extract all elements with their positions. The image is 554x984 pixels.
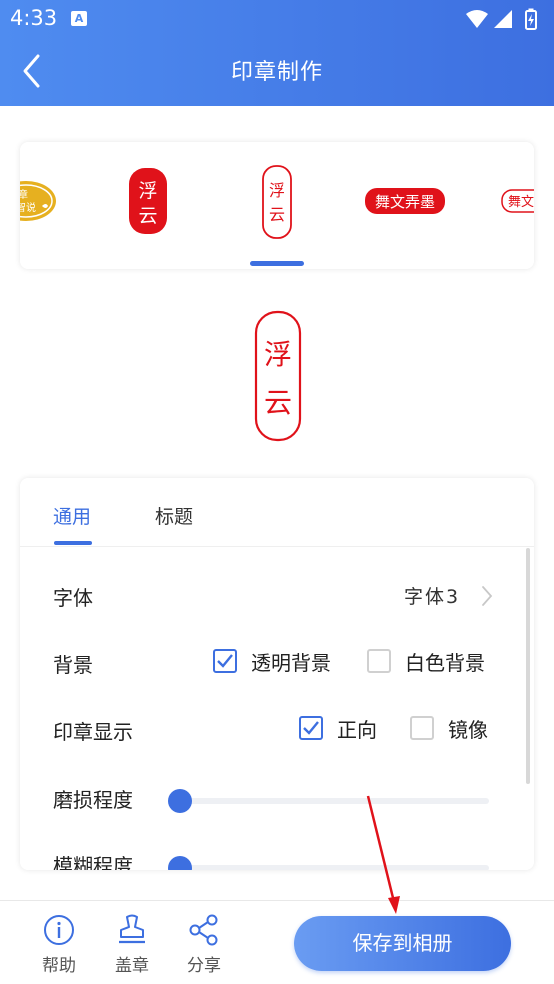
normal-option[interactable]: 正向: [299, 714, 389, 744]
save-to-album-button[interactable]: 保存到相册: [294, 916, 511, 971]
check-icon: [303, 721, 319, 735]
svg-text:舞文弄墨: 舞文弄墨: [375, 193, 435, 211]
seal-thumb-oval-gold[interactable]: 章 智说: [20, 178, 60, 224]
wear-slider[interactable]: [168, 789, 489, 813]
seal-preview: 浮 云: [254, 310, 302, 442]
tab-divider: [20, 546, 534, 547]
wear-slider-thumb[interactable]: [168, 789, 192, 813]
status-time: 4:33: [10, 6, 58, 30]
blur-slider[interactable]: [168, 856, 489, 870]
tab-title[interactable]: 标题: [155, 502, 193, 529]
stamp-button[interactable]: 盖章: [104, 913, 160, 976]
normal-checkbox[interactable]: [299, 716, 323, 740]
help-label: 帮助: [42, 956, 76, 976]
background-label: 背景: [53, 653, 93, 677]
page-title: 印章制作: [230, 60, 323, 85]
bottom-bar: 帮助 盖章 分享 保存到相册: [0, 900, 554, 984]
stamp-icon: [119, 914, 145, 944]
preview-char-1: 浮: [264, 338, 292, 371]
check-icon: [217, 654, 233, 668]
share-label: 分享: [187, 956, 221, 976]
seal-thumb-red-outline-selected[interactable]: 浮 云: [261, 164, 293, 240]
svg-text:舞文: 舞文: [508, 195, 534, 210]
mirror-checkbox[interactable]: [410, 716, 434, 740]
white-bg-option[interactable]: 白色背景: [367, 647, 497, 677]
tab-general[interactable]: 通用: [53, 502, 91, 529]
white-bg-label: 白色背景: [405, 651, 485, 675]
tab-active-indicator: [54, 541, 92, 545]
seal-thumb-red-solid[interactable]: 浮 云: [127, 166, 169, 236]
blur-slider-thumb[interactable]: [168, 856, 192, 870]
status-icons: [466, 8, 537, 30]
blur-label: 模糊程度: [53, 854, 133, 870]
info-icon: [44, 915, 74, 945]
seal-thumb-outline-wide[interactable]: 舞文: [500, 188, 534, 214]
help-button[interactable]: 帮助: [31, 913, 87, 976]
svg-text:章: 章: [20, 188, 28, 201]
preview-char-2: 云: [264, 386, 292, 419]
transparent-bg-checkbox[interactable]: [213, 649, 237, 673]
font-value[interactable]: 字体3: [404, 582, 460, 609]
wear-label: 磨损程度: [53, 788, 133, 812]
svg-text:浮: 浮: [138, 180, 157, 202]
transparent-bg-option[interactable]: 透明背景: [213, 647, 343, 677]
seal-thumb-red-wide[interactable]: 舞文弄墨: [364, 186, 446, 216]
normal-label: 正向: [337, 718, 377, 742]
chevron-right-icon[interactable]: [480, 584, 494, 608]
carousel-indicator: [250, 261, 304, 266]
font-label: 字体: [53, 586, 93, 610]
mirror-label: 镜像: [448, 718, 488, 742]
wifi-icon: [466, 10, 488, 28]
seal-style-carousel[interactable]: 章 智说 浮 云 浮 云 舞文弄墨 舞文: [20, 142, 534, 269]
share-icon: [189, 914, 218, 946]
a-icon: A: [71, 11, 87, 26]
status-bar: 4:33 A: [0, 0, 554, 38]
stamp-label: 盖章: [115, 956, 149, 976]
white-bg-checkbox[interactable]: [367, 649, 391, 673]
settings-card: 通用 标题 字体 字体3 背景 透明背景 白色背景 印章显示 正向 镜像 磨损程…: [20, 478, 534, 870]
svg-text:浮: 浮: [269, 181, 285, 200]
svg-text:智说: 智说: [20, 201, 36, 214]
svg-text:云: 云: [138, 205, 157, 227]
display-label: 印章显示: [53, 720, 133, 744]
svg-text:云: 云: [269, 205, 285, 224]
settings-scrollbar[interactable]: [526, 548, 530, 784]
mirror-option[interactable]: 镜像: [410, 714, 500, 744]
share-button[interactable]: 分享: [176, 913, 232, 976]
app-bar: 4:33 A 印章制作: [0, 0, 554, 106]
signal-icon: [494, 10, 512, 28]
transparent-bg-label: 透明背景: [251, 651, 331, 675]
